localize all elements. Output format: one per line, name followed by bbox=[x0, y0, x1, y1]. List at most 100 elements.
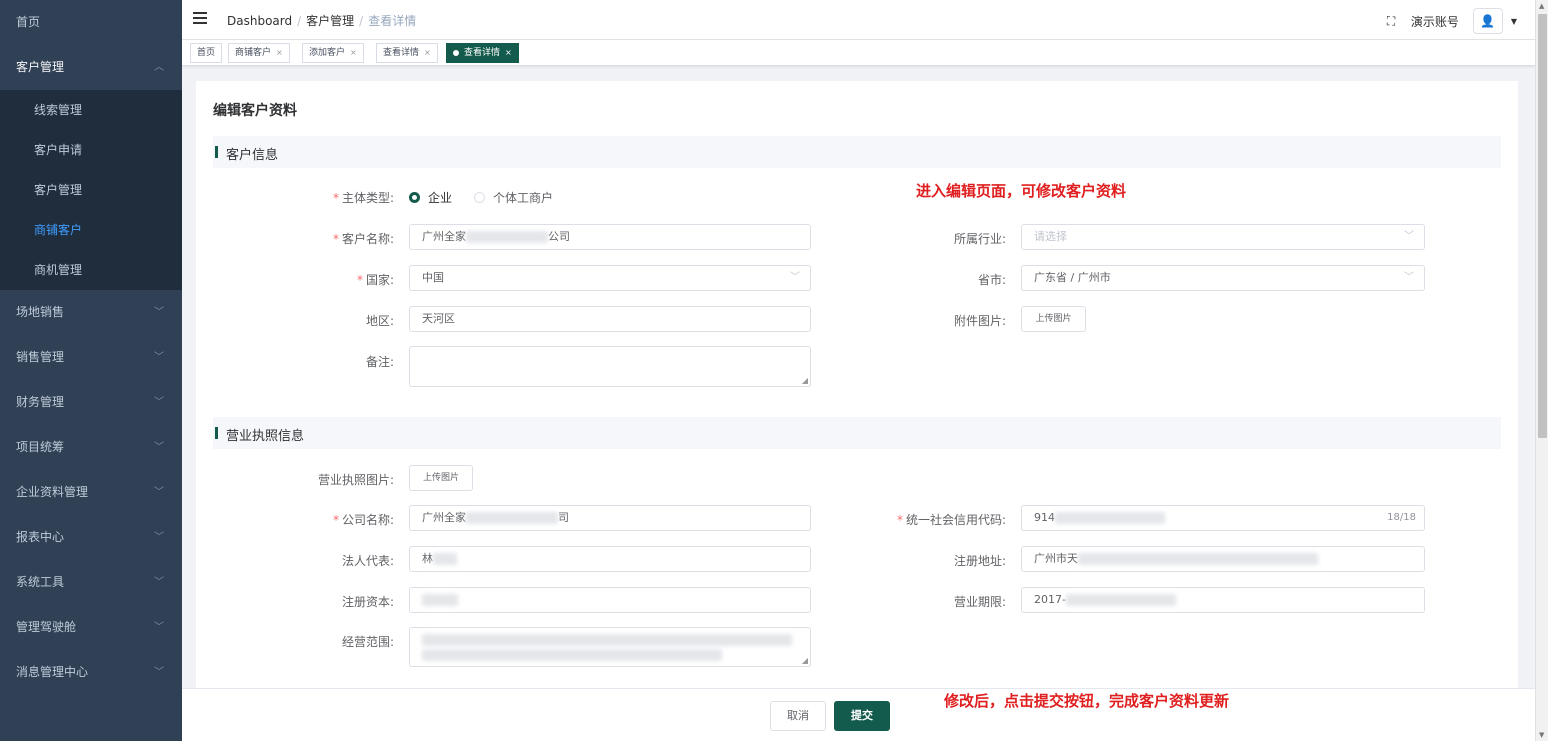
caret-down-icon[interactable]: ▼ bbox=[1511, 17, 1517, 26]
tag-label: 查看详情 bbox=[383, 48, 420, 58]
sidebar-subitem-applications[interactable]: 客户申请 bbox=[0, 130, 182, 170]
chevron-down-icon: ﹀ bbox=[790, 272, 800, 283]
account-name: 演示账号 bbox=[1410, 14, 1459, 29]
industry-select[interactable]: 请选择 ﹀ bbox=[1021, 224, 1425, 250]
section-customer-info: 客户信息 bbox=[213, 136, 1501, 168]
tags-view: 首页 商铺客户 × 添加客户 × 查看详情 × 查看详情 × bbox=[182, 40, 1535, 66]
fullscreen-icon[interactable]: ⛶ bbox=[1387, 14, 1401, 28]
company-name-label: * 公司名称: bbox=[332, 513, 394, 527]
district-label: 地区: bbox=[365, 314, 394, 328]
chevron-down-icon: ﹀ bbox=[154, 667, 164, 678]
attachment-label: 附件图片: bbox=[953, 314, 1006, 328]
reg-address-input[interactable]: 广州市天 bbox=[1021, 546, 1425, 572]
remark-textarea[interactable]: ◢ bbox=[409, 346, 811, 387]
close-icon[interactable]: × bbox=[424, 48, 431, 57]
annotation-bottom: 修改后，点击提交按钮，完成客户资料更新 bbox=[944, 692, 1230, 710]
subject-type-label: * 主体类型: bbox=[332, 191, 394, 205]
business-term-label: 营业期限: bbox=[953, 595, 1006, 609]
sidebar-item-label: 客户管理 bbox=[16, 60, 65, 74]
sidebar-item-label: 财务管理 bbox=[16, 395, 65, 409]
breadcrumb-item-current: 查看详情 bbox=[368, 14, 417, 28]
sidebar-item-messages[interactable]: 消息管理中心 ﹀ bbox=[0, 650, 182, 695]
sidebar-subitem-shop-customers[interactable]: 商铺客户 bbox=[0, 210, 182, 250]
upload-license-button[interactable]: 上传图片 bbox=[409, 465, 473, 491]
tag-label: 首页 bbox=[197, 48, 216, 58]
sidebar-item-sales[interactable]: 销售管理 ﹀ bbox=[0, 335, 182, 380]
sidebar-item-label: 企业资料管理 bbox=[16, 485, 89, 499]
annotation-top: 进入编辑页面，可修改客户资料 bbox=[916, 182, 1127, 200]
sidebar-item-reports[interactable]: 报表中心 ﹀ bbox=[0, 515, 182, 560]
top-navbar: Dashboard / 客户管理 / 查看详情 ⛶ 演示账号 👤 ▼ bbox=[182, 0, 1535, 40]
close-icon[interactable]: × bbox=[505, 48, 512, 57]
legal-rep-input[interactable]: 林 bbox=[409, 546, 811, 572]
sidebar-item-label: 系统工具 bbox=[16, 575, 65, 589]
business-term-input[interactable]: 2017- bbox=[1021, 587, 1425, 613]
sidebar-subitem-customers[interactable]: 客户管理 bbox=[0, 170, 182, 210]
scope-textarea[interactable]: ◢ bbox=[409, 627, 811, 667]
hamburger-icon[interactable] bbox=[193, 12, 207, 24]
radio-enterprise[interactable]: 企业 bbox=[409, 189, 452, 206]
customer-name-label: * 客户名称: bbox=[332, 232, 394, 246]
section-title: 营业执照信息 bbox=[226, 429, 305, 444]
submit-button[interactable]: 提交 bbox=[834, 701, 890, 731]
radio-individual[interactable]: 个体工商户 bbox=[474, 189, 553, 206]
country-select[interactable]: 中国 ﹀ bbox=[409, 265, 811, 291]
sidebar-item-finance[interactable]: 财务管理 ﹀ bbox=[0, 380, 182, 425]
customer-name-input[interactable]: 广州全家 公司 bbox=[409, 224, 811, 250]
form-footer: 取消 提交 修改后，点击提交按钮，完成客户资料更新 bbox=[182, 688, 1535, 741]
chevron-down-icon: ﹀ bbox=[1404, 231, 1414, 242]
close-icon[interactable]: × bbox=[350, 48, 357, 57]
license-image-label: 营业执照图片: bbox=[317, 473, 394, 487]
sidebar-item-cockpit[interactable]: 管理驾驶舱 ﹀ bbox=[0, 605, 182, 650]
chevron-down-icon: ﹀ bbox=[154, 442, 164, 453]
chevron-down-icon: ﹀ bbox=[154, 577, 164, 588]
avatar[interactable]: 👤 bbox=[1472, 8, 1503, 34]
tag-add-customer[interactable]: 添加客户 × bbox=[302, 43, 364, 63]
cancel-button[interactable]: 取消 bbox=[770, 701, 826, 731]
tag-view-details[interactable]: 查看详情 × bbox=[376, 43, 438, 63]
scroll-up-icon[interactable]: ▲ bbox=[1539, 2, 1544, 10]
page-title: 编辑客户资料 bbox=[213, 103, 297, 119]
sidebar-subitem-opportunities[interactable]: 商机管理 bbox=[0, 250, 182, 290]
sidebar-item-label: 销售管理 bbox=[16, 350, 65, 364]
sidebar-subitem-leads[interactable]: 线索管理 bbox=[0, 90, 182, 130]
province-label: 省市: bbox=[977, 273, 1006, 287]
tag-label: 查看详情 bbox=[464, 48, 501, 58]
close-icon[interactable]: × bbox=[276, 48, 283, 57]
header-right: ⛶ 演示账号 👤 ▼ bbox=[1387, 8, 1517, 34]
tag-home[interactable]: 首页 bbox=[190, 43, 223, 63]
section-title: 客户信息 bbox=[226, 148, 279, 163]
chevron-up-icon: ︿ bbox=[154, 62, 164, 73]
credit-code-input[interactable]: 914 18/18 bbox=[1021, 505, 1425, 531]
upload-attachment-button[interactable]: 上传图片 bbox=[1021, 306, 1086, 332]
tag-view-details-active[interactable]: 查看详情 × bbox=[446, 43, 519, 63]
chevron-down-icon: ﹀ bbox=[154, 622, 164, 633]
scope-label: 经营范围: bbox=[341, 635, 394, 649]
section-license-info: 营业执照信息 bbox=[213, 417, 1501, 449]
page-scrollbar[interactable]: ▲ ▼ bbox=[1535, 0, 1548, 741]
sidebar-item-enterprise[interactable]: 企业资料管理 ﹀ bbox=[0, 470, 182, 515]
chevron-down-icon: ﹀ bbox=[154, 352, 164, 363]
scroll-down-icon[interactable]: ▼ bbox=[1539, 731, 1544, 739]
chevron-down-icon: ﹀ bbox=[154, 307, 164, 318]
tag-shop-customers[interactable]: 商铺客户 × bbox=[228, 43, 290, 63]
submenu-customer: 线索管理 客户申请 客户管理 商铺客户 商机管理 bbox=[0, 90, 182, 290]
resize-grip-icon: ◢ bbox=[801, 656, 808, 665]
company-name-input[interactable]: 广州全家司 bbox=[409, 505, 811, 531]
scrollbar-thumb[interactable] bbox=[1538, 14, 1547, 438]
sidebar-item-venue-sales[interactable]: 场地销售 ﹀ bbox=[0, 290, 182, 335]
chevron-down-icon: ﹀ bbox=[154, 532, 164, 543]
active-dot-icon bbox=[453, 49, 459, 56]
remark-label: 备注: bbox=[365, 355, 394, 369]
sidebar-item-tools[interactable]: 系统工具 ﹀ bbox=[0, 560, 182, 605]
reg-capital-input[interactable] bbox=[409, 587, 811, 613]
sidebar-item-customer[interactable]: 客户管理 ︿ bbox=[0, 45, 182, 90]
country-label: * 国家: bbox=[356, 273, 394, 287]
sidebar-item-home[interactable]: 首页 bbox=[0, 0, 182, 45]
resize-grip-icon: ◢ bbox=[801, 376, 808, 385]
sidebar-item-projects[interactable]: 项目统筹 ﹀ bbox=[0, 425, 182, 470]
province-select[interactable]: 广东省 / 广州市 ﹀ bbox=[1021, 265, 1425, 291]
breadcrumb-item-customer[interactable]: 客户管理 bbox=[306, 14, 354, 28]
district-input[interactable]: 天河区 bbox=[409, 306, 811, 332]
breadcrumb-item-dashboard[interactable]: Dashboard bbox=[227, 14, 292, 28]
